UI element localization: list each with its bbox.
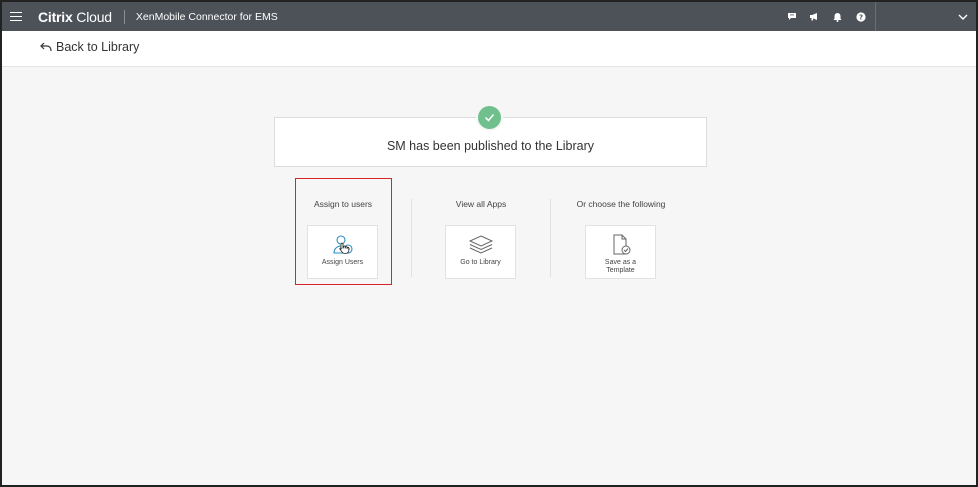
brand-name-light: Cloud	[76, 8, 112, 25]
product-name: XenMobile Connector for EMS	[135, 10, 278, 23]
menu-button[interactable]	[2, 2, 30, 31]
page-subheader: Back to Library	[2, 31, 976, 67]
megaphone-icon[interactable]	[809, 11, 820, 22]
account-dropdown[interactable]	[908, 2, 968, 31]
option-title: Or choose the following	[576, 199, 666, 209]
option-title: Assign to users	[313, 199, 373, 209]
chat-icon[interactable]	[786, 11, 797, 22]
option-view-all-apps: View all Apps Go to Library	[411, 192, 551, 282]
chevron-down-icon	[958, 14, 968, 20]
hamburger-icon	[10, 11, 22, 22]
header-actions: ?	[786, 2, 866, 31]
app-window: Citrix Cloud XenMobile Connector for EMS…	[0, 0, 978, 487]
top-bar: Citrix Cloud XenMobile Connector for EMS…	[2, 2, 976, 31]
tile-label: Save as a Template	[604, 259, 637, 274]
brand-separator	[123, 9, 125, 24]
svg-text:?: ?	[858, 13, 862, 21]
brand-logo[interactable]: Citrix Cloud	[38, 9, 112, 25]
go-to-library-tile[interactable]: Go to Library	[445, 225, 516, 279]
library-stack-icon	[468, 235, 493, 254]
tile-label: Go to Library	[460, 259, 501, 266]
bell-icon[interactable]	[832, 11, 843, 22]
help-icon[interactable]: ?	[855, 11, 866, 22]
option-title: View all Apps	[455, 199, 507, 209]
option-save-template: Or choose the following Save as a Templa…	[551, 192, 691, 282]
assign-users-icon	[332, 235, 353, 254]
back-link-label: Back to Library	[56, 40, 140, 54]
back-to-library-link[interactable]: Back to Library	[40, 40, 139, 54]
header-divider	[875, 2, 876, 31]
success-check-icon	[476, 104, 503, 131]
save-as-template-tile[interactable]: Save as a Template	[585, 225, 656, 279]
back-arrow-icon	[40, 42, 52, 51]
assign-users-tile[interactable]: Assign Users	[307, 225, 378, 279]
success-message: SM has been published to the Library	[386, 139, 595, 153]
brand-name-bold: Citrix	[38, 8, 73, 25]
option-assign-users: Assign to users Assign Users	[273, 192, 413, 282]
template-document-icon	[613, 234, 630, 255]
tile-label: Assign Users	[321, 259, 364, 266]
